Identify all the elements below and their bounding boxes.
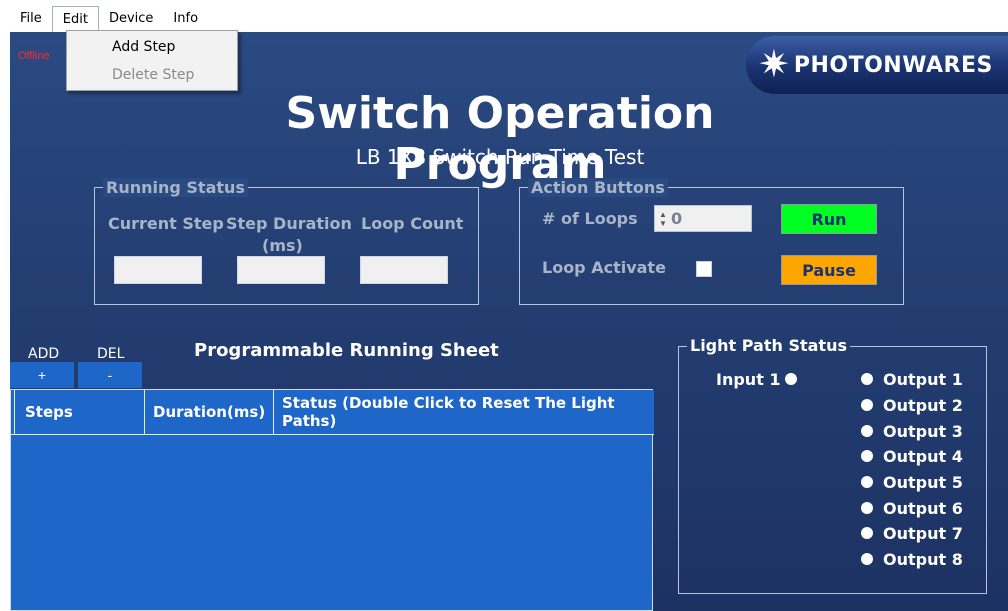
output-8-indicator[interactable] [861, 553, 873, 565]
output-7-indicator[interactable] [861, 527, 873, 539]
add-label: ADD [28, 346, 60, 362]
output-1-label: Output 1 [883, 370, 963, 389]
menu-file[interactable]: File [10, 6, 52, 32]
output-4-indicator[interactable] [861, 450, 873, 462]
loops-stepper[interactable]: ▲ ▼ 0 [654, 205, 752, 232]
output-4-label: Output 4 [883, 447, 963, 466]
step-duration-unit: (ms) [262, 236, 303, 255]
output-7-label: Output 7 [883, 524, 963, 543]
output-6-indicator[interactable] [861, 502, 873, 514]
output-8-label: Output 8 [883, 550, 963, 569]
current-step-field [114, 256, 202, 284]
menu-bar: File Edit Device Info [10, 6, 1008, 32]
action-buttons-title: Action Buttons [528, 178, 668, 197]
menu-info[interactable]: Info [163, 6, 208, 32]
loop-activate-checkbox[interactable] [696, 261, 712, 277]
output-2-label: Output 2 [883, 396, 963, 415]
step-duration-label: Step Duration [226, 214, 352, 233]
delete-step-button[interactable]: - [78, 362, 142, 388]
menu-add-step[interactable]: Add Step [112, 39, 175, 55]
output-6-label: Output 6 [883, 499, 963, 518]
light-path-status-title: Light Path Status [687, 336, 850, 355]
step-duration-field [237, 256, 325, 284]
grid-header: Steps Duration(ms) Status (Double Click … [11, 390, 654, 435]
loops-label: # of Loops [542, 209, 638, 228]
input-1-label: Input 1 [716, 370, 781, 389]
loop-activate-label: Loop Activate [542, 258, 666, 277]
loops-value[interactable]: 0 [671, 209, 682, 228]
running-status-title: Running Status [103, 178, 248, 197]
photonwares-logo: ✷ PHOTONWARES [746, 36, 1008, 94]
output-5-indicator[interactable] [861, 476, 873, 488]
loop-count-field [360, 256, 448, 284]
menu-delete-step: Delete Step [112, 67, 195, 83]
run-button[interactable]: Run [781, 204, 877, 234]
column-header-status[interactable]: Status (Double Click to Reset The Light … [274, 390, 654, 434]
menu-device[interactable]: Device [99, 6, 163, 32]
output-2-indicator[interactable] [861, 399, 873, 411]
output-3-indicator[interactable] [861, 425, 873, 437]
loop-count-label: Loop Count [361, 214, 464, 233]
page-title: Switch Operation Program [285, 88, 715, 190]
edit-menu-dropdown: Add Step Delete Step [66, 30, 238, 91]
pause-button[interactable]: Pause [781, 255, 877, 285]
input-1-indicator[interactable] [785, 373, 797, 385]
star-burst-icon: ✷ [758, 44, 790, 86]
current-step-label: Current Step [108, 214, 224, 233]
output-1-indicator[interactable] [861, 373, 873, 385]
add-step-button[interactable]: + [10, 362, 74, 388]
output-3-label: Output 3 [883, 422, 963, 441]
del-label: DEL [97, 346, 125, 362]
running-sheet-grid[interactable]: Steps Duration(ms) Status (Double Click … [10, 389, 654, 611]
column-header-duration[interactable]: Duration(ms) [145, 390, 274, 434]
output-5-label: Output 5 [883, 473, 963, 492]
connection-status: Offline [18, 50, 50, 62]
sheet-title: Programmable Running Sheet [194, 340, 499, 361]
column-header-steps[interactable]: Steps [15, 390, 145, 434]
logo-text: PHOTONWARES [793, 52, 993, 78]
page-subtitle: LB 1X8 Switch Run Time Test [355, 145, 645, 169]
menu-edit[interactable]: Edit [51, 6, 99, 32]
stepper-arrows-icon[interactable]: ▲ ▼ [655, 206, 671, 231]
